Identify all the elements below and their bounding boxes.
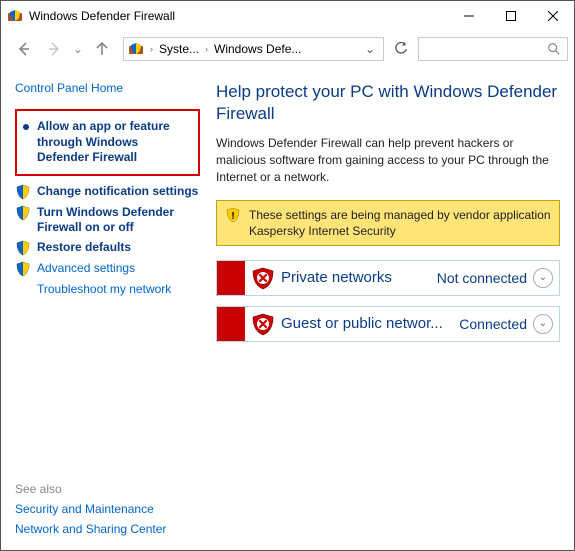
guest-networks-label: Guest or public networ... xyxy=(281,315,459,332)
see-also-heading: See also xyxy=(15,482,200,496)
shield-icon xyxy=(15,261,31,277)
shield-icon xyxy=(15,240,31,256)
troubleshoot-link[interactable]: Troubleshoot my network xyxy=(37,282,200,297)
private-networks-label: Private networks xyxy=(281,269,437,286)
blocked-shield-icon xyxy=(251,312,275,336)
private-networks-status: Not connected xyxy=(437,270,527,286)
restore-defaults-link[interactable]: Restore defaults xyxy=(15,240,200,256)
security-maintenance-link[interactable]: Security and Maintenance xyxy=(15,502,200,516)
chevron-down-icon[interactable]: ⌄ xyxy=(533,268,553,288)
search-icon xyxy=(547,42,561,56)
red-bar xyxy=(217,261,245,295)
sidebar: Control Panel Home Allow an app or featu… xyxy=(1,67,206,550)
address-dropdown[interactable]: ⌄ xyxy=(361,42,379,56)
history-dropdown[interactable]: ⌄ xyxy=(71,42,85,56)
up-button[interactable] xyxy=(89,36,115,62)
page-description: Windows Defender Firewall can help preve… xyxy=(216,135,560,185)
address-bar[interactable]: › Syste... › Windows Defe... ⌄ xyxy=(123,37,384,61)
page-title: Help protect your PC with Windows Defend… xyxy=(216,81,560,125)
allow-app-link[interactable]: Allow an app or feature through Windows … xyxy=(15,109,200,176)
network-sharing-link[interactable]: Network and Sharing Center xyxy=(15,522,200,536)
nav-row: ⌄ › Syste... › Windows Defe... ⌄ xyxy=(1,31,574,67)
breadcrumb-system[interactable]: Syste... xyxy=(159,42,199,56)
private-networks-row[interactable]: Private networks Not connected ⌄ xyxy=(216,260,560,296)
chevron-right-icon[interactable]: › xyxy=(150,44,153,54)
blocked-shield-icon xyxy=(251,266,275,290)
bullet-icon xyxy=(23,124,29,130)
shield-icon xyxy=(15,184,31,200)
chevron-down-icon[interactable]: ⌄ xyxy=(533,314,553,334)
shield-icon xyxy=(15,205,31,221)
guest-networks-status: Connected xyxy=(459,316,527,332)
minimize-button[interactable] xyxy=(448,2,490,30)
change-notification-label: Change notification settings xyxy=(37,184,198,199)
content-area: Help protect your PC with Windows Defend… xyxy=(206,67,574,550)
guest-networks-row[interactable]: Guest or public networ... Connected ⌄ xyxy=(216,306,560,342)
forward-button[interactable] xyxy=(41,36,67,62)
troubleshoot-label: Troubleshoot my network xyxy=(37,282,171,297)
breadcrumb-firewall[interactable]: Windows Defe... xyxy=(214,42,301,56)
window-title: Windows Defender Firewall xyxy=(29,9,448,23)
advanced-settings-label: Advanced settings xyxy=(37,261,135,276)
control-panel-home-link[interactable]: Control Panel Home xyxy=(15,81,200,95)
chevron-right-icon[interactable]: › xyxy=(205,44,208,54)
change-notification-link[interactable]: Change notification settings xyxy=(15,184,200,200)
advanced-settings-link[interactable]: Advanced settings xyxy=(15,261,200,277)
allow-app-label: Allow an app or feature through Windows … xyxy=(37,119,192,166)
firewall-icon xyxy=(7,8,23,24)
banner-text: These settings are being managed by vend… xyxy=(249,207,551,239)
warning-banner: These settings are being managed by vend… xyxy=(216,200,560,246)
red-bar xyxy=(217,307,245,341)
back-button[interactable] xyxy=(11,36,37,62)
restore-defaults-label: Restore defaults xyxy=(37,240,131,255)
maximize-button[interactable] xyxy=(490,2,532,30)
turn-onoff-label: Turn Windows Defender Firewall on or off xyxy=(37,205,200,235)
refresh-button[interactable] xyxy=(388,37,414,61)
warning-shield-icon xyxy=(225,207,241,223)
titlebar: Windows Defender Firewall xyxy=(1,1,574,31)
firewall-icon xyxy=(128,41,144,57)
search-box[interactable] xyxy=(418,37,568,61)
close-button[interactable] xyxy=(532,2,574,30)
turn-onoff-link[interactable]: Turn Windows Defender Firewall on or off xyxy=(15,205,200,235)
